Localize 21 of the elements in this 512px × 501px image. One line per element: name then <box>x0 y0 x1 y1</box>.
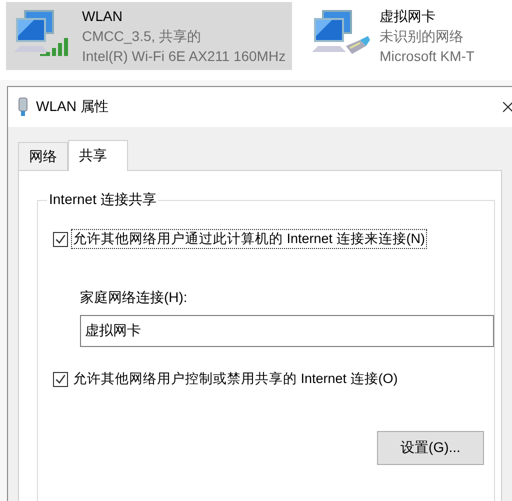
settings-button[interactable]: 设置(G)... <box>377 431 484 465</box>
connection-name: WLAN <box>82 7 124 26</box>
home-connection-field[interactable]: 虚拟网卡 <box>80 315 494 347</box>
network-connection-item[interactable]: 虚拟网卡 未识别的网络 Microsoft KM-T <box>304 2 474 70</box>
adapter-name: Intel(R) Wi-Fi 6E AX211 160MHz <box>82 47 286 66</box>
connection-status: 未识别的网络 <box>380 27 465 46</box>
checkbox-label[interactable]: 允许其他网络用户控制或禁用共享的 Internet 连接(O) <box>71 369 400 389</box>
connection-status: CMCC_3.5, 共享的 <box>82 27 202 46</box>
checkbox[interactable] <box>53 372 68 386</box>
tab[interactable]: 共享 <box>68 140 128 171</box>
adapter-name: Microsoft KM-T <box>380 47 474 66</box>
window-title: WLAN 属性 <box>36 98 108 116</box>
field-label: 家庭网络连接(H): <box>80 289 188 307</box>
tab[interactable]: 网络 <box>18 142 68 170</box>
network-adapter-icon <box>18 97 28 117</box>
group-title: Internet 连接共享 <box>48 191 158 209</box>
connection-name: 虚拟网卡 <box>380 7 437 26</box>
close-icon[interactable] <box>503 102 512 112</box>
checkbox-label[interactable]: 允许其他网络用户通过此计算机的 Internet 连接来连接(N) <box>71 229 428 249</box>
network-connection-item[interactable]: WLAN CMCC_3.5, 共享的 Intel(R) Wi-Fi 6E AX211 160MHz <box>6 2 292 70</box>
checkbox[interactable] <box>53 232 68 246</box>
